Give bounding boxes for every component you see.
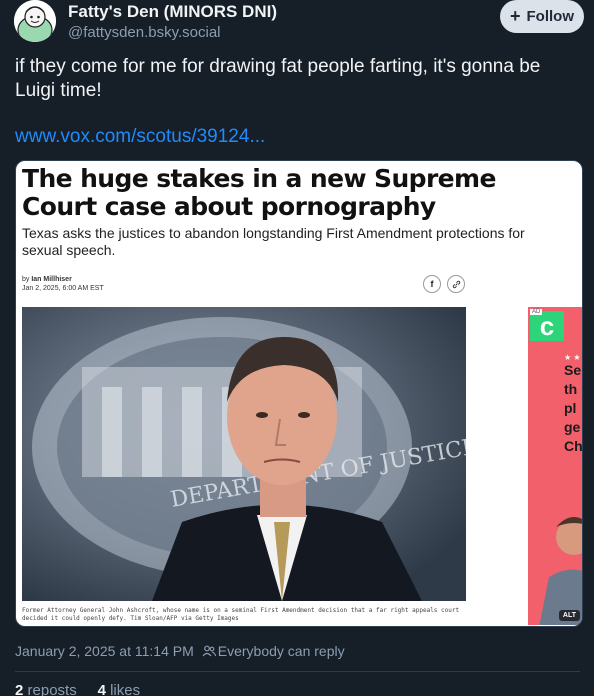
follow-label: Follow bbox=[526, 8, 575, 25]
ad-text-line: Se bbox=[564, 362, 582, 378]
reposts-stat[interactable]: 2 reposts bbox=[15, 682, 77, 696]
ad-text-line: ge bbox=[564, 419, 581, 435]
people-icon bbox=[202, 644, 216, 658]
divider bbox=[15, 671, 580, 672]
post-meta: January 2, 2025 at 11:14 PM Everybody ca… bbox=[15, 643, 345, 659]
likes-label: likes bbox=[110, 682, 141, 696]
ad-text-line: Ch bbox=[564, 438, 583, 454]
article-photo: DEPARTMENT OF JUSTICE bbox=[22, 307, 466, 601]
plus-icon: + bbox=[509, 5, 521, 26]
article-subtitle: Texas asks the justices to abandon longs… bbox=[22, 225, 525, 258]
link-embed-card[interactable]: The huge stakes in a new Supreme Court c… bbox=[15, 160, 583, 627]
reposts-label: reposts bbox=[27, 682, 77, 696]
likes-stat[interactable]: 4 likes bbox=[98, 682, 141, 696]
ad-text: Se th pl ge Ch bbox=[564, 361, 583, 456]
link-share-icon bbox=[447, 275, 465, 293]
timestamp[interactable]: January 2, 2025 at 11:14 PM bbox=[15, 643, 194, 659]
article-byline: by Ian Millhiser Jan 2, 2025, 6:00 AM ES… bbox=[22, 275, 104, 293]
ad-text-line: pl bbox=[564, 400, 577, 416]
ad-person-image bbox=[539, 517, 582, 625]
photo-illustration: DEPARTMENT OF JUSTICE bbox=[22, 307, 466, 601]
likes-count: 4 bbox=[97, 682, 106, 696]
follow-button[interactable]: + Follow bbox=[500, 0, 584, 33]
reposts-count: 2 bbox=[15, 682, 24, 696]
article-title: The huge stakes in a new Supreme Court c… bbox=[22, 164, 496, 221]
facebook-share-icon: f bbox=[423, 275, 441, 293]
ad-text-line: th bbox=[564, 381, 578, 397]
advertisement[interactable]: c AD ★ ★ Se th pl ge Ch ALT bbox=[528, 307, 583, 625]
reply-setting: Everybody can reply bbox=[217, 643, 345, 659]
byline-prefix: by bbox=[22, 276, 32, 283]
alt-badge[interactable]: ALT bbox=[558, 610, 580, 621]
photo-caption: Former Attorney General John Ashcroft, w… bbox=[22, 607, 460, 622]
engagement-stats: 2 reposts 4 likes bbox=[15, 682, 140, 696]
post-text: if they come for me for drawing fat peop… bbox=[15, 56, 541, 101]
ad-label: AD bbox=[530, 309, 543, 315]
byline-author: Ian Millhiser bbox=[31, 276, 72, 283]
byline-date: Jan 2, 2025, 6:00 AM EST bbox=[22, 285, 104, 292]
avatar[interactable] bbox=[14, 0, 56, 42]
avatar-image bbox=[14, 0, 56, 42]
author-names: Fatty's Den (MINORS DNI) @fattysden.bsky… bbox=[68, 2, 277, 43]
handle[interactable]: @fattysden.bsky.social bbox=[68, 23, 277, 43]
display-name[interactable]: Fatty's Den (MINORS DNI) bbox=[68, 2, 277, 22]
ad-logo: c bbox=[530, 311, 564, 341]
post-header: Fatty's Den (MINORS DNI) @fattysden.bsky… bbox=[14, 0, 584, 44]
post-link[interactable]: www.vox.com/scotus/39124... bbox=[15, 126, 265, 148]
